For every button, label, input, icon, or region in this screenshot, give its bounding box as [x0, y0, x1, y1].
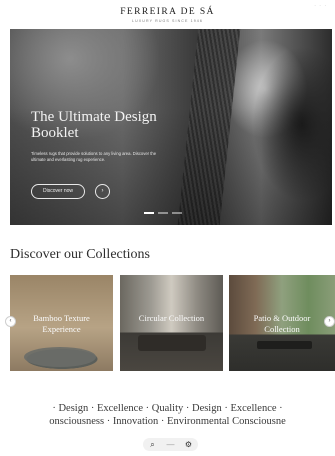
values-marquee-line-1: · Design · Excellence · Quality · Design… [52, 403, 283, 414]
chevron-right-icon[interactable]: › [324, 316, 335, 327]
collection-card-label: Patio & Outdoor Collection [253, 313, 311, 334]
hero-description: Timeless rugs that provide solutions to … [31, 151, 157, 162]
brand-logo[interactable]: FERREIRA DE SÁ [0, 7, 335, 17]
floating-toolbar: ⌕ — ⚙ [143, 438, 198, 451]
slide-dot[interactable] [172, 212, 182, 214]
collections-heading: Discover our Collections [10, 247, 150, 262]
slide-dot[interactable] [144, 212, 154, 214]
collection-card-label: Bamboo Texture Experience [33, 313, 90, 334]
values-marquee-line-2: onsciousness · Innovation · Environmenta… [49, 416, 286, 427]
site-header: FERREIRA DE SÁ LUXURY RUGS SINCE 1946 · … [0, 0, 335, 28]
outdoor-table-image [257, 341, 312, 349]
gear-icon[interactable]: ⚙ [182, 438, 195, 451]
discover-now-button[interactable]: Discover now [31, 184, 85, 199]
window-controls: · · · [314, 3, 327, 9]
collection-card-outdoor[interactable]: Patio & Outdoor Collection [229, 275, 335, 371]
hero-title: The Ultimate Design Booklet [31, 109, 157, 141]
minus-icon[interactable]: — [164, 438, 177, 451]
brand-tagline: LUXURY RUGS SINCE 1946 [131, 19, 203, 23]
search-icon[interactable]: ⌕ [146, 438, 159, 451]
slide-dot[interactable] [158, 212, 168, 214]
slider-pagination [144, 212, 182, 214]
arrow-right-icon[interactable]: › [95, 184, 110, 199]
hero-banner: The Ultimate Design Booklet Timeless rug… [10, 29, 332, 225]
collection-card-label: Circular Collection [138, 313, 205, 323]
collection-card-circular[interactable]: Circular Collection [120, 275, 223, 371]
chevron-left-icon[interactable]: ‹ [5, 316, 16, 327]
collection-card-bamboo[interactable]: Bamboo Texture Experience [10, 275, 113, 371]
round-rug-image [24, 347, 96, 367]
sofa-image [138, 335, 206, 351]
